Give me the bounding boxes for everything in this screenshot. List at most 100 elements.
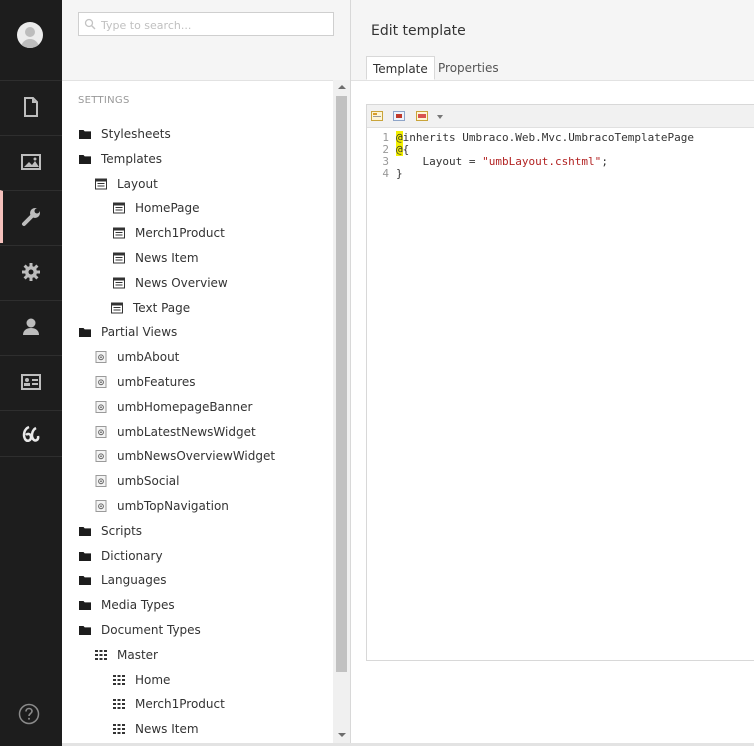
section-members[interactable] [0, 355, 62, 408]
code-text: } [396, 168, 403, 180]
code-line[interactable]: 4} [367, 168, 754, 180]
tree-node[interactable]: Media Types [79, 594, 175, 616]
code-token: ; [601, 155, 608, 168]
user-avatar[interactable] [17, 22, 43, 48]
code-toolbar [367, 105, 754, 128]
scroll-down-arrow-icon[interactable] [338, 733, 346, 737]
tree-node[interactable]: umbAbout [95, 346, 179, 368]
section-users[interactable] [0, 300, 62, 353]
tree-node[interactable]: Dictionary [79, 545, 163, 567]
tree-node[interactable]: Merch1Product [113, 693, 225, 715]
partial-view-icon [95, 400, 107, 413]
developer-gear-icon [22, 263, 40, 281]
tree-node-label: News Item [135, 251, 199, 265]
partial-view-icon [95, 475, 107, 488]
tree-node[interactable]: News Item [113, 247, 199, 269]
tree-node[interactable]: Text Page [111, 297, 190, 319]
section-developer[interactable] [0, 245, 62, 298]
tree-node[interactable]: umbFeatures [95, 371, 196, 393]
tree-node-label: umbAbout [117, 350, 180, 365]
page-title: Edit template [371, 23, 466, 39]
tab-template[interactable]: Template [366, 56, 435, 80]
tree-node[interactable]: umbSocial [95, 470, 180, 492]
template-icon [111, 302, 123, 314]
tree-node[interactable]: Templates [79, 148, 162, 170]
tree-node[interactable]: umbNewsOverviewWidget [95, 445, 275, 467]
tree-node[interactable]: Scripts [79, 520, 142, 542]
search-icon [84, 18, 96, 30]
scrollbar-thumb[interactable] [336, 96, 347, 672]
toolbar-dropdown-caret-icon[interactable] [437, 115, 443, 119]
tree-node-label: Languages [101, 573, 167, 588]
tree-node[interactable]: Stylesheets [79, 123, 171, 145]
code-token: inherits Umbraco.Web.Mvc.UmbracoTemplate… [402, 131, 695, 144]
tree-node[interactable]: News Item [113, 718, 199, 740]
template-icon [113, 227, 125, 239]
tree-node[interactable]: Merch1Product [113, 222, 225, 244]
tree-node[interactable]: umbHomepageBanner [95, 396, 252, 418]
scroll-up-arrow-icon[interactable] [338, 85, 346, 89]
code-text: Layout = "umbLayout.cshtml"; [396, 155, 608, 168]
tree-node[interactable]: Partial Views [79, 321, 177, 343]
folder-icon [79, 525, 91, 537]
line-number: 4 [382, 167, 389, 180]
tree-node-label: Layout [117, 176, 158, 191]
tree-scrollbar[interactable] [333, 80, 350, 746]
code-string: "umbLayout.cshtml" [482, 155, 602, 168]
template-icon [113, 202, 125, 214]
doctype-icon [113, 674, 125, 686]
insert-section-icon[interactable] [416, 110, 428, 122]
partial-view-icon [95, 425, 107, 438]
editor-area: Edit template Template Properties 1 @inhe… [351, 0, 754, 746]
code-line[interactable]: 3 Layout = "umbLayout.cshtml"; [367, 156, 754, 168]
insert-field-icon[interactable] [371, 110, 383, 122]
tree-node[interactable]: HomePage [113, 197, 200, 219]
tree-node-label: Document Types [101, 623, 201, 637]
tab-properties[interactable]: Properties [432, 56, 505, 80]
app-section-rail [0, 0, 62, 746]
tree-node-label: umbSocial [117, 474, 180, 489]
tree-node[interactable]: umbLatestNewsWidget [95, 421, 256, 443]
tree-node[interactable]: Home [113, 669, 170, 691]
folder-icon [79, 326, 91, 338]
tree-node[interactable]: umbTopNavigation [95, 495, 229, 517]
folder-icon [79, 550, 91, 562]
doctype-icon [95, 649, 107, 661]
section-media[interactable] [0, 135, 62, 188]
doctype-icon [113, 723, 125, 735]
tree-node-label: umbNewsOverviewWidget [117, 449, 276, 464]
tree-node[interactable]: Document Types [79, 619, 201, 641]
search-box[interactable] [78, 12, 334, 36]
editor-header: Edit template Template Properties [351, 0, 754, 81]
section-content[interactable] [0, 80, 62, 133]
tree-node-label: Partial Views [101, 325, 178, 340]
section-forms[interactable] [0, 410, 62, 457]
tree-node[interactable]: News Overview [113, 272, 228, 294]
tree-node-label: umbTopNavigation [117, 499, 229, 513]
code-editor[interactable]: 1 @inherits Umbraco.Web.Mvc.UmbracoTempla… [366, 104, 754, 661]
members-icon [21, 374, 41, 390]
tree-node-label: News Overview [135, 275, 228, 290]
tree-node[interactable]: Master [95, 644, 158, 666]
content-icon [24, 97, 38, 117]
insert-macro-icon[interactable] [393, 110, 405, 122]
section-settings[interactable] [0, 190, 62, 243]
tree-node-label: Scripts [101, 523, 143, 538]
tree-node-label: Merch1Product [135, 697, 225, 712]
template-icon [113, 277, 125, 289]
tree-node[interactable]: Layout [95, 173, 158, 195]
tree-node-label: Merch1Product [135, 226, 225, 241]
code-line[interactable]: 1 @inherits Umbraco.Web.Mvc.UmbracoTempla… [367, 131, 754, 144]
code-token: } [396, 167, 403, 180]
folder-icon [79, 153, 91, 165]
tree-node[interactable]: Languages [79, 569, 166, 591]
tree-node-label: News Item [135, 722, 199, 737]
tree-node-label: Templates [101, 151, 163, 166]
help-icon[interactable] [18, 703, 40, 725]
tree-node-label: umbHomepageBanner [117, 399, 253, 414]
folder-icon [79, 574, 91, 586]
partial-view-icon [95, 450, 107, 463]
search-input[interactable] [99, 15, 333, 35]
template-icon [95, 178, 107, 190]
users-icon [23, 318, 39, 335]
